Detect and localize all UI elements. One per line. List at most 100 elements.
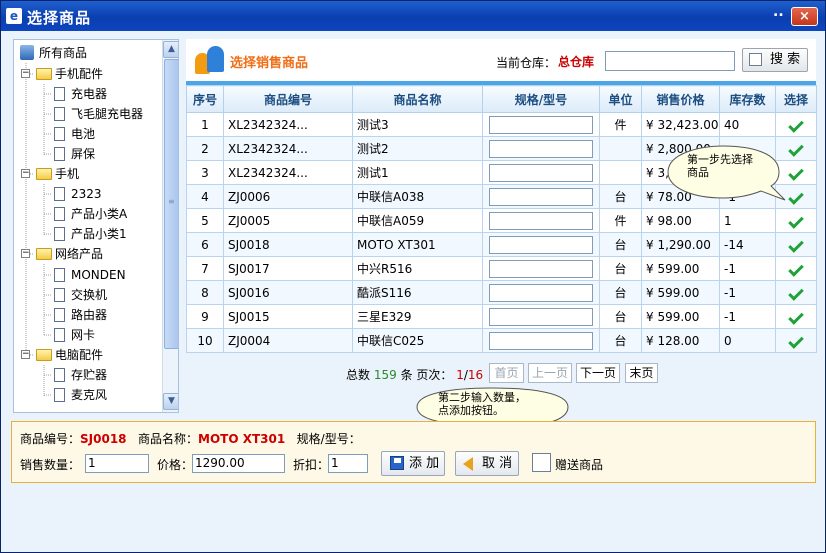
column-header[interactable]: 规格/型号 [482, 85, 600, 113]
column-header[interactable]: 选择 [775, 85, 817, 113]
column-header[interactable]: 序号 [186, 85, 224, 113]
price-input[interactable]: 1290.00 [192, 454, 285, 473]
tree-root[interactable]: 所有商品 [20, 43, 87, 63]
folder-open-icon [36, 349, 52, 361]
quantity-input[interactable]: 1 [85, 454, 149, 473]
last-page-button[interactable]: 末页 [625, 363, 658, 383]
step1-callout-text: 第一步先选择 商品 [687, 153, 753, 179]
scroll-thumb[interactable]: ≡ [164, 59, 178, 349]
select-check-icon[interactable] [788, 164, 804, 181]
selected-name: MOTO XT301 [198, 432, 286, 446]
gift-checkbox[interactable] [532, 453, 551, 472]
select-check-icon[interactable] [788, 212, 804, 229]
users-icon [195, 44, 227, 74]
column-header[interactable]: 商品名称 [352, 85, 483, 113]
tree-item[interactable]: 交换机 [54, 285, 107, 305]
selected-code: SJ0018 [80, 432, 127, 446]
row-number: 1 [186, 112, 224, 137]
select-check-icon[interactable] [788, 332, 804, 349]
tree-group-phones[interactable]: 手机 [36, 164, 79, 184]
tree-item[interactable]: 产品小类A [54, 204, 127, 224]
select-check-icon[interactable] [788, 260, 804, 277]
scroll-up-icon[interactable]: ▲ [163, 41, 178, 58]
table-row[interactable]: 10 ZJ0004 中联信C025 台 ¥ 128.00 0 [186, 328, 817, 353]
tree-group-phone-accessories[interactable]: 手机配件 [36, 64, 103, 84]
first-page-button[interactable]: 首页 [489, 363, 524, 383]
select-check-icon[interactable] [788, 116, 804, 133]
select-check-icon[interactable] [788, 308, 804, 325]
unit-cell: 台 [599, 256, 642, 281]
prev-page-button[interactable]: 上一页 [528, 363, 572, 383]
select-check-icon[interactable] [788, 140, 804, 157]
tree-scrollbar[interactable]: ▲ ≡ ▼ [162, 40, 178, 412]
table-row[interactable]: 5 ZJ0005 中联信A059 件 ¥ 98.00 1 [186, 208, 817, 233]
add-button[interactable]: 添 加 [381, 451, 445, 476]
tree-item[interactable]: 产品小类1 [54, 224, 127, 244]
tree-item[interactable]: MONDEN [54, 265, 126, 285]
tree-group-pc-accessories[interactable]: 电脑配件 [36, 345, 103, 365]
table-row[interactable]: 9 SJ0015 三星E329 台 ¥ 599.00 -1 [186, 304, 817, 329]
next-page-button[interactable]: 下一页 [576, 363, 620, 383]
tree-item[interactable]: 麦克风 [54, 385, 107, 405]
select-cell[interactable] [775, 232, 817, 257]
spec-input[interactable] [489, 163, 593, 182]
tree-item[interactable]: 屏保 [54, 144, 95, 164]
spec-input[interactable] [489, 331, 593, 350]
column-header[interactable]: 销售价格 [641, 85, 720, 113]
search-input[interactable] [605, 51, 735, 71]
document-icon [54, 187, 65, 201]
collapse-icon[interactable]: − [21, 69, 30, 78]
window-title: 选择商品 [27, 9, 92, 27]
table-row[interactable]: 1 XL2342324... 测试3 件 ¥ 32,423.00 40 [186, 112, 817, 137]
spec-input[interactable] [489, 211, 593, 230]
select-cell[interactable] [775, 256, 817, 281]
cancel-button[interactable]: 取 消 [455, 451, 519, 476]
tree-item[interactable]: 2323 [54, 184, 102, 204]
table-row[interactable]: 8 SJ0016 酷派S116 台 ¥ 599.00 -1 [186, 280, 817, 305]
column-header[interactable]: 单位 [599, 85, 642, 113]
column-header[interactable]: 商品编号 [223, 85, 353, 113]
row-number: 7 [186, 256, 224, 281]
pagination: 总数 159 条 页次： 1/16 首页 上一页 下一页 末页 [186, 363, 816, 383]
column-header[interactable]: 库存数 [719, 85, 776, 113]
unit-cell: 台 [599, 304, 642, 329]
select-check-icon[interactable] [788, 188, 804, 205]
tree-item[interactable]: 网卡 [54, 325, 95, 345]
spec-input[interactable] [489, 187, 593, 206]
table-row[interactable]: 6 SJ0018 MOTO XT301 台 ¥ 1,290.00 -14 [186, 232, 817, 257]
goods-name: 三星E329 [352, 304, 483, 329]
tree-item[interactable]: 飞毛腿充电器 [54, 104, 143, 124]
collapse-icon[interactable]: − [21, 350, 30, 359]
spec-input[interactable] [489, 115, 593, 134]
document-icon [54, 328, 65, 342]
spec-cell [482, 328, 600, 353]
select-cell[interactable] [775, 112, 817, 137]
tree-item[interactable]: 电池 [54, 124, 95, 144]
stock-cell: 1 [719, 208, 776, 233]
spec-input[interactable] [489, 139, 593, 158]
spec-input[interactable] [489, 235, 593, 254]
scroll-down-icon[interactable]: ▼ [163, 393, 178, 410]
tree-item[interactable]: 存贮器 [54, 365, 107, 385]
tree-item[interactable]: 充电器 [54, 84, 107, 104]
tree-group-network[interactable]: 网络产品 [36, 244, 103, 264]
collapse-icon[interactable]: − [21, 169, 30, 178]
select-cell[interactable] [775, 328, 817, 353]
spec-input[interactable] [489, 259, 593, 278]
spec-input[interactable] [489, 283, 593, 302]
select-cell[interactable] [775, 280, 817, 305]
table-row[interactable]: 7 SJ0017 中兴R516 台 ¥ 599.00 -1 [186, 256, 817, 281]
spec-input[interactable] [489, 307, 593, 326]
discount-input[interactable]: 1 [328, 454, 368, 473]
collapse-icon[interactable]: − [21, 249, 30, 258]
close-button[interactable]: × [791, 7, 818, 26]
goods-name: MOTO XT301 [352, 232, 483, 257]
select-cell[interactable] [775, 208, 817, 233]
select-check-icon[interactable] [788, 236, 804, 253]
spec-cell [482, 136, 600, 161]
select-cell[interactable] [775, 304, 817, 329]
search-button[interactable]: 搜 索 [742, 48, 808, 72]
tree-item[interactable]: 路由器 [54, 305, 107, 325]
document-icon [54, 308, 65, 322]
select-check-icon[interactable] [788, 284, 804, 301]
